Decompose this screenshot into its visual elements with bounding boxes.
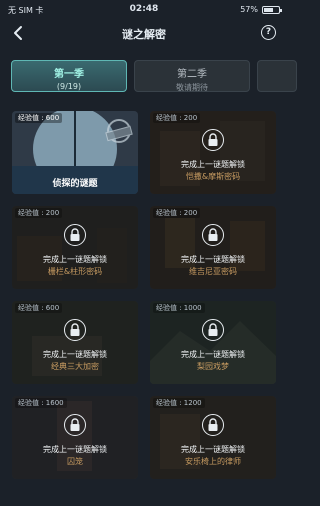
unlock-hint: 完成上一谜题解锁 bbox=[43, 255, 107, 264]
lock-icon bbox=[202, 414, 224, 436]
status-right: 57% bbox=[240, 5, 282, 14]
exp-badge: 经验值 : 600 bbox=[15, 303, 63, 313]
unlock-hint: 完成上一谜题解锁 bbox=[181, 255, 245, 264]
puzzle-title: 梨园戏梦 bbox=[197, 362, 229, 371]
unlock-hint: 完成上一谜题解锁 bbox=[43, 445, 107, 454]
exp-badge: 经验值 : 600 bbox=[15, 113, 63, 123]
season-tabs: 第一季 (9/19) 第二季 敬请期待 bbox=[11, 60, 297, 94]
puzzle-title: 安乐椅上的律师 bbox=[185, 457, 241, 466]
battery-icon bbox=[262, 5, 282, 14]
puzzle-title: 囚笼 bbox=[67, 457, 83, 466]
exp-badge: 经验值 : 200 bbox=[153, 208, 201, 218]
puzzle-card-detective[interactable]: 经验值 : 600 侦探的谜题 bbox=[12, 111, 138, 194]
lock-icon bbox=[202, 129, 224, 151]
puzzle-title: 侦探的谜题 bbox=[52, 179, 98, 189]
lock-icon bbox=[64, 414, 86, 436]
tab-season-1[interactable]: 第一季 (9/19) bbox=[11, 60, 127, 92]
exp-badge: 经验值 : 200 bbox=[153, 113, 201, 123]
puzzle-title: 经典三大加密 bbox=[51, 362, 99, 371]
unlock-hint: 完成上一谜题解锁 bbox=[181, 350, 245, 359]
exp-badge: 经验值 : 1600 bbox=[15, 398, 67, 408]
puzzle-card-opera-dream[interactable]: 经验值 : 1000 完成上一谜题解锁 梨园戏梦 bbox=[150, 301, 276, 384]
lock-icon bbox=[202, 224, 224, 246]
completed-stamp-icon bbox=[107, 119, 131, 143]
puzzle-title: 维吉尼亚密码 bbox=[189, 267, 237, 276]
lock-icon bbox=[64, 319, 86, 341]
unlock-hint: 完成上一谜题解锁 bbox=[181, 160, 245, 169]
tab-season-3-partial[interactable] bbox=[257, 60, 297, 92]
puzzle-card-vigenere[interactable]: 经验值 : 200 完成上一谜题解锁 维吉尼亚密码 bbox=[150, 206, 276, 289]
puzzle-card-rail-fence[interactable]: 经验值 : 200 完成上一谜题解锁 栅栏&柱形密码 bbox=[12, 206, 138, 289]
page-title: 谜之解密 bbox=[122, 28, 166, 41]
navigation-bar: 谜之解密 ? bbox=[0, 20, 288, 48]
exp-badge: 经验值 : 1200 bbox=[153, 398, 205, 408]
puzzle-title: 恺撒&摩斯密码 bbox=[185, 172, 241, 181]
lock-icon bbox=[64, 224, 86, 246]
help-button[interactable]: ? bbox=[261, 25, 276, 40]
puzzle-card-armchair-lawyer[interactable]: 经验值 : 1200 完成上一谜题解锁 安乐椅上的律师 bbox=[150, 396, 276, 479]
battery-percent: 57% bbox=[240, 5, 258, 14]
status-bar: 无 SIM 卡 02:48 57% bbox=[0, 0, 288, 20]
exp-badge: 经验值 : 1000 bbox=[153, 303, 205, 313]
lock-icon bbox=[202, 319, 224, 341]
puzzle-title: 栅栏&柱形密码 bbox=[47, 267, 103, 276]
tab-season-2[interactable]: 第二季 敬请期待 bbox=[134, 60, 250, 92]
puzzle-card-classic-three[interactable]: 经验值 : 600 完成上一谜题解锁 经典三大加密 bbox=[12, 301, 138, 384]
unlock-hint: 完成上一谜题解锁 bbox=[43, 350, 107, 359]
puzzle-card-caesar-morse[interactable]: 经验值 : 200 完成上一谜题解锁 恺撒&摩斯密码 bbox=[150, 111, 276, 194]
puzzle-card-cage[interactable]: 经验值 : 1600 完成上一谜题解锁 囚笼 bbox=[12, 396, 138, 479]
exp-badge: 经验值 : 200 bbox=[15, 208, 63, 218]
unlock-hint: 完成上一谜题解锁 bbox=[181, 445, 245, 454]
